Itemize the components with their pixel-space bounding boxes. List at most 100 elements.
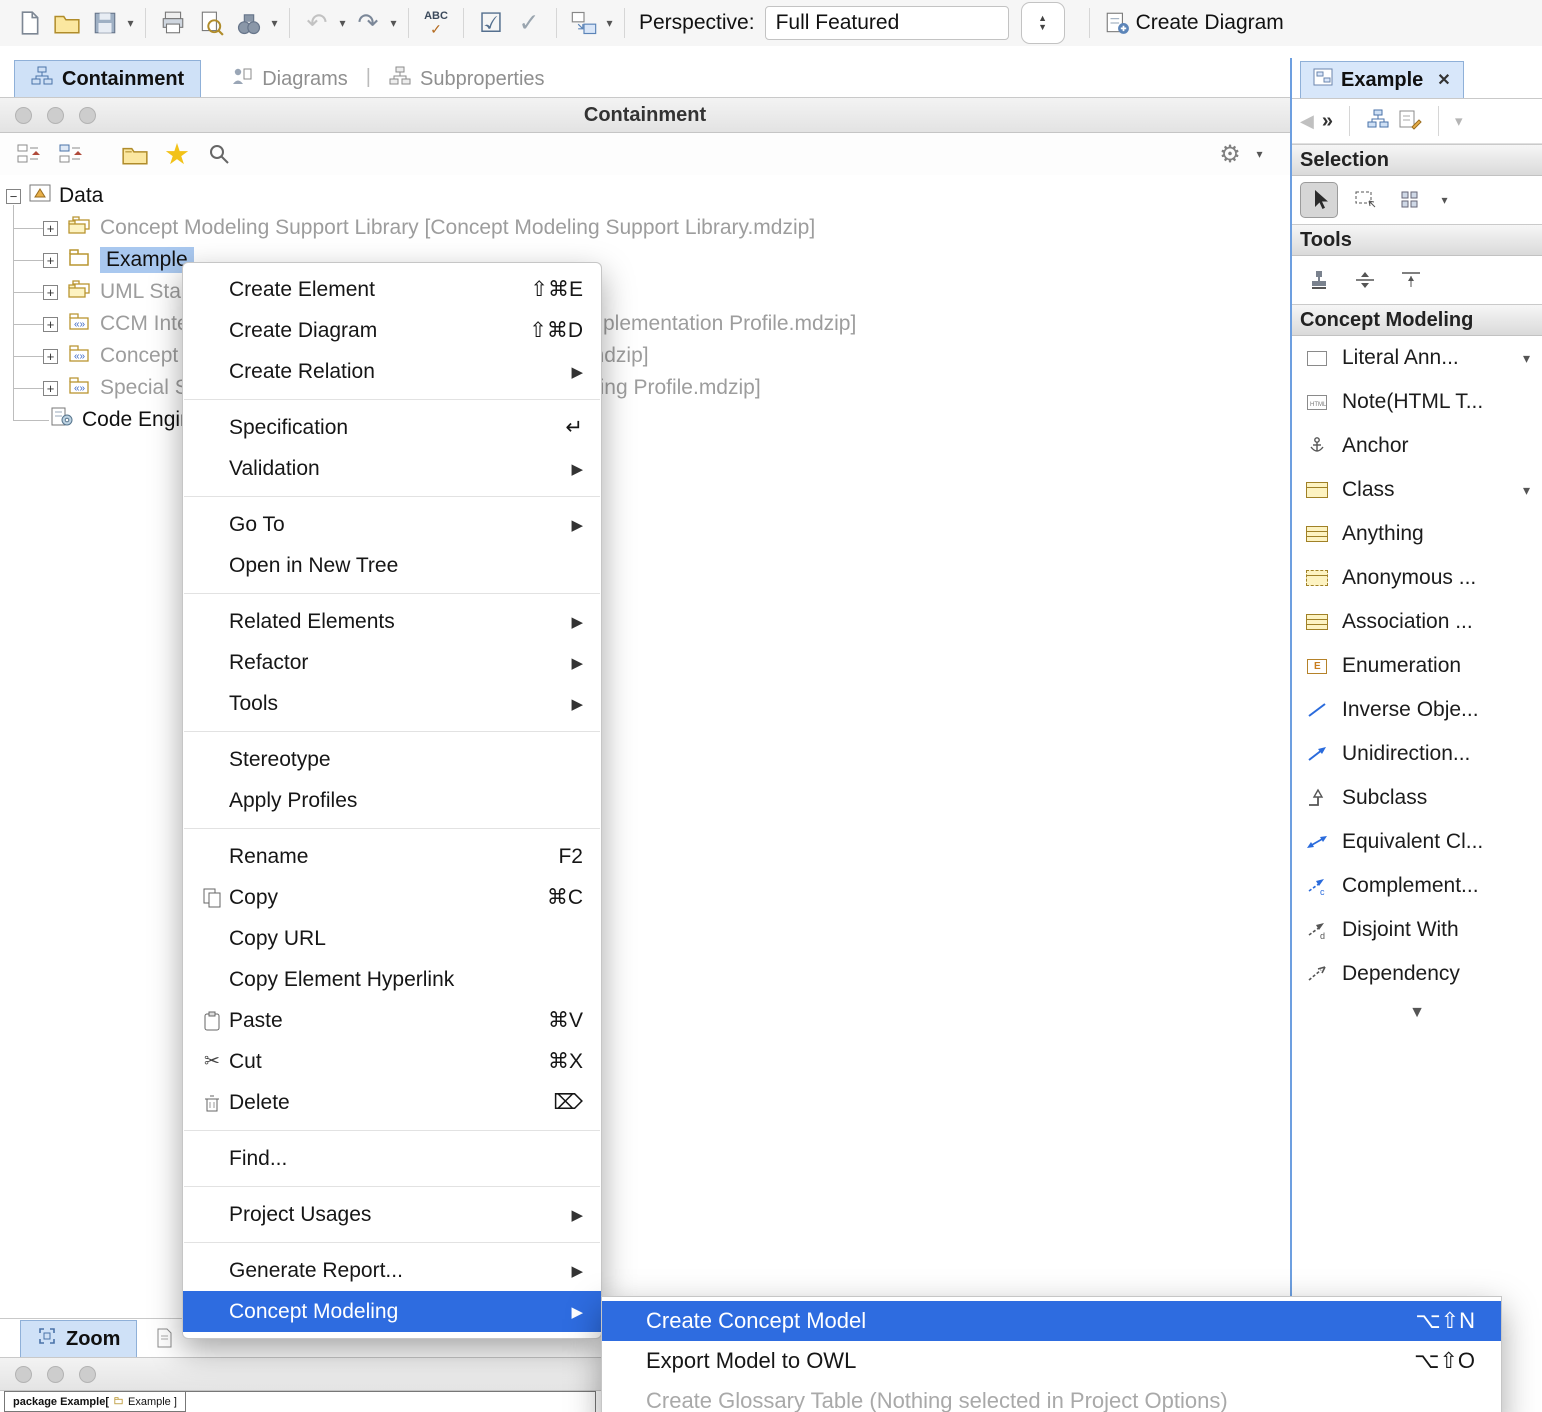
palette-item-class[interactable]: Class ▾ — [1292, 468, 1542, 512]
menu-item-delete[interactable]: Delete ⌦ — [183, 1082, 601, 1123]
redo-icon[interactable]: ↷ — [351, 4, 385, 42]
section-header-tools[interactable]: Tools — [1292, 224, 1542, 256]
spelling-icon[interactable]: ABC ✓ — [419, 4, 453, 42]
palette-item-subclass[interactable]: Subclass — [1292, 776, 1542, 820]
expand-toggle-icon[interactable]: + — [43, 221, 58, 236]
scroll-down-icon[interactable]: ▼ — [1292, 996, 1542, 1022]
menu-item-specification[interactable]: Specification ↵ — [183, 407, 601, 448]
palette-item-anything[interactable]: Anything — [1292, 512, 1542, 556]
menu-item-related-elements[interactable]: Related Elements ▶ — [183, 601, 601, 642]
section-header-concept-modeling[interactable]: Concept Modeling — [1292, 304, 1542, 336]
palette-item-dependency[interactable]: Dependency — [1292, 952, 1542, 996]
palette-item-literal-annotation[interactable]: Literal Ann... ▾ — [1292, 336, 1542, 380]
perspective-stepper-button[interactable]: ▲ ▼ — [1021, 2, 1065, 44]
marquee-select-tool-icon[interactable] — [1346, 182, 1384, 218]
menu-item-tools[interactable]: Tools ▶ — [183, 683, 601, 724]
tab-diagrams[interactable]: Diagrams — [215, 61, 364, 97]
diagram-transfer-dropdown-icon[interactable]: ▾ — [603, 16, 616, 30]
close-icon[interactable]: ✕ — [1437, 70, 1450, 90]
submenu-item-export-model-to-owl[interactable]: Export Model to OWL ⌥⇧O — [602, 1341, 1501, 1381]
perspective-select[interactable]: Full Featured — [765, 6, 1009, 40]
selection-dropdown-icon[interactable]: ▾ — [1438, 193, 1451, 207]
new-project-icon[interactable] — [12, 4, 46, 42]
redo-dropdown-icon[interactable]: ▾ — [387, 16, 400, 30]
window-button[interactable] — [15, 1366, 32, 1383]
panel-overflow-icon[interactable]: ▾ — [1455, 112, 1463, 130]
palette-item-anchor[interactable]: Anchor — [1292, 424, 1542, 468]
documentation-tab-icon[interactable] — [147, 1319, 181, 1357]
back-icon[interactable]: ◀ — [1300, 111, 1314, 132]
submenu-item-create-concept-model[interactable]: Create Concept Model ⌥⇧N — [602, 1301, 1501, 1341]
palette-item-association-class[interactable]: Association ... — [1292, 600, 1542, 644]
open-project-icon[interactable] — [50, 4, 84, 42]
menu-item-generate-report[interactable]: Generate Report... ▶ — [183, 1250, 601, 1291]
menu-item-copy-url[interactable]: Copy URL — [183, 918, 601, 959]
pointer-tool-icon[interactable] — [1300, 182, 1338, 218]
options-gear-icon[interactable]: ⚙ — [1213, 135, 1247, 173]
undo-icon[interactable]: ↶ — [300, 4, 334, 42]
window-button[interactable] — [79, 1366, 96, 1383]
menu-item-apply-profiles[interactable]: Apply Profiles — [183, 780, 601, 821]
palette-item-equivalent-class[interactable]: Equivalent Cl... — [1292, 820, 1542, 864]
validation-checklist-icon[interactable]: ☑ — [474, 4, 508, 42]
chevron-down-icon[interactable]: ▾ — [1523, 350, 1536, 367]
menu-item-copy-element-hyperlink[interactable]: Copy Element Hyperlink — [183, 959, 601, 1000]
collapse-selected-icon[interactable] — [54, 135, 88, 173]
menu-item-find[interactable]: Find... — [183, 1138, 601, 1179]
window-button[interactable] — [15, 107, 32, 124]
customize-diagram-icon[interactable] — [1398, 108, 1422, 135]
palette-item-unidirectional-association[interactable]: Unidirection... — [1292, 732, 1542, 776]
expand-toggle-icon[interactable]: + — [43, 317, 58, 332]
create-diagram-icon[interactable] — [1100, 4, 1134, 42]
menu-item-create-relation[interactable]: Create Relation ▶ — [183, 351, 601, 392]
menu-item-go-to[interactable]: Go To ▶ — [183, 504, 601, 545]
chevron-down-icon[interactable]: ▾ — [1523, 482, 1536, 499]
palette-item-complement-of[interactable]: c Complement... — [1292, 864, 1542, 908]
menu-item-project-usages[interactable]: Project Usages ▶ — [183, 1194, 601, 1235]
tree-row[interactable]: − Data — [6, 181, 103, 211]
palette-item-enumeration[interactable]: Enumeration — [1292, 644, 1542, 688]
menu-item-validation[interactable]: Validation ▶ — [183, 448, 601, 489]
window-button[interactable] — [47, 1366, 64, 1383]
commit-checkmark-icon[interactable]: ✓ — [512, 4, 546, 42]
menu-item-stereotype[interactable]: Stereotype — [183, 739, 601, 780]
options-dropdown-icon[interactable]: ▾ — [1253, 147, 1266, 161]
multi-select-tool-icon[interactable] — [1392, 182, 1430, 218]
tree-row-selected[interactable]: + Example — [43, 245, 194, 275]
stamp-tool-icon[interactable] — [1300, 262, 1338, 298]
menu-item-cut[interactable]: ✂ Cut ⌘X — [183, 1041, 601, 1082]
window-button[interactable] — [47, 107, 64, 124]
tab-subproperties[interactable]: Subproperties — [373, 61, 561, 97]
menu-item-rename[interactable]: Rename F2 — [183, 836, 601, 877]
open-folder-icon[interactable] — [118, 135, 152, 173]
align-top-icon[interactable] — [1392, 262, 1430, 298]
tab-containment[interactable]: Containment — [14, 60, 201, 97]
tree-row[interactable]: + Concept Modeling Support Library [Conc… — [43, 213, 815, 243]
menu-item-create-diagram[interactable]: Create Diagram ⇧⌘D — [183, 310, 601, 351]
save-icon[interactable] — [88, 4, 122, 42]
more-actions-icon[interactable]: » — [1322, 110, 1333, 133]
palette-item-anonymous-class[interactable]: Anonymous ... — [1292, 556, 1542, 600]
collapse-all-icon[interactable] — [12, 135, 46, 173]
favorites-star-icon[interactable]: ★ — [160, 135, 194, 173]
tab-zoom[interactable]: Zoom — [20, 1320, 137, 1357]
find-dropdown-icon[interactable]: ▾ — [268, 16, 281, 30]
expand-toggle-icon[interactable]: + — [43, 253, 58, 268]
print-preview-icon[interactable] — [194, 4, 228, 42]
menu-item-concept-modeling[interactable]: Concept Modeling ▶ — [183, 1291, 601, 1332]
menu-item-open-in-new-tree[interactable]: Open in New Tree — [183, 545, 601, 586]
search-icon[interactable] — [202, 135, 236, 173]
menu-item-create-element[interactable]: Create Element ⇧⌘E — [183, 269, 601, 310]
collapse-toggle-icon[interactable]: − — [6, 189, 21, 204]
tab-example-diagram[interactable]: Example ✕ — [1300, 61, 1464, 98]
palette-item-disjoint-with[interactable]: d Disjoint With — [1292, 908, 1542, 952]
palette-item-note-html[interactable]: Note(HTML T... — [1292, 380, 1542, 424]
window-button[interactable] — [79, 107, 96, 124]
save-dropdown-icon[interactable]: ▾ — [124, 16, 137, 30]
distribute-middle-icon[interactable] — [1346, 262, 1384, 298]
section-header-selection[interactable]: Selection — [1292, 144, 1542, 176]
expand-toggle-icon[interactable]: + — [43, 349, 58, 364]
diagram-transfer-icon[interactable] — [567, 4, 601, 42]
menu-item-paste[interactable]: Paste ⌘V — [183, 1000, 601, 1041]
menu-item-refactor[interactable]: Refactor ▶ — [183, 642, 601, 683]
